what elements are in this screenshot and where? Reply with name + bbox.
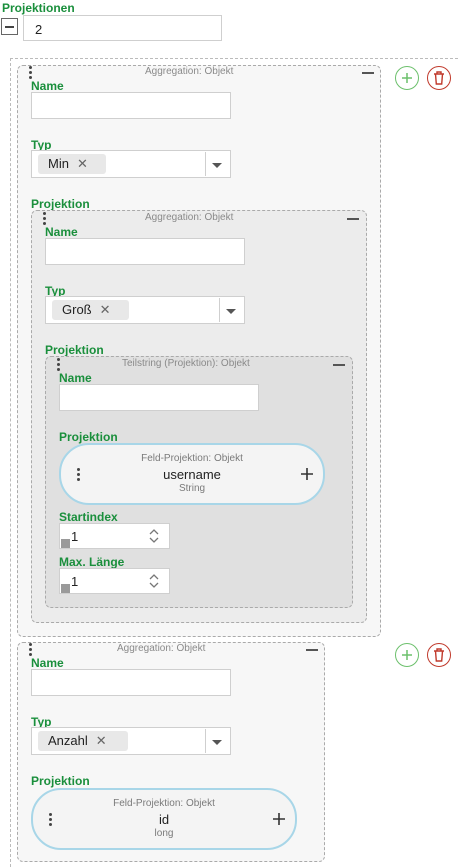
max-laenge-input[interactable]: 1 [59,568,170,594]
projektion-label: Projektion [45,343,104,357]
collapse-icon[interactable] [306,644,318,656]
link-icon [61,539,70,548]
startindex-input[interactable]: 1 [59,523,170,549]
startindex-label: Startindex [59,510,118,524]
minus-icon [5,26,14,28]
name-label: Name [59,371,92,385]
typ-chip-label: Anzahl [48,733,88,748]
typ-select[interactable]: Groß ✕ [45,296,245,324]
chevron-down-icon[interactable] [212,740,222,745]
chevron-down-icon[interactable] [226,309,236,314]
field-header: Feld-Projektion: Objekt [141,453,243,464]
trash-icon [433,647,444,662]
collapse-icon[interactable] [362,67,374,79]
collapse-icon[interactable] [333,359,345,371]
typ-chip: Min ✕ [38,154,106,174]
link-icon [61,584,70,593]
trash-icon [433,70,444,85]
max-laenge-label: Max. Länge [59,555,125,569]
drag-handle-icon[interactable] [29,66,33,80]
typ-chip: Anzahl ✕ [38,731,128,751]
select-divider [205,152,206,176]
close-icon[interactable]: ✕ [77,156,88,171]
plus-icon[interactable] [300,467,314,481]
projektion-label: Projektion [31,197,90,211]
name-label: Name [31,656,64,670]
name-label: Name [45,225,78,239]
name-input[interactable] [59,384,259,411]
feld-projektion-pill[interactable]: Feld-Projektion: Objekt username String [59,443,325,505]
collapse-toggle-icon[interactable] [1,18,18,35]
plus-icon [401,72,412,83]
select-divider [205,729,206,753]
delete-projektion-button-2[interactable] [427,643,451,667]
projektion-label: Projektion [31,774,90,788]
block-1-header: Aggregation: Objekt [145,66,234,77]
plus-icon [401,649,412,660]
name-label: Name [31,79,64,93]
stepper-icon[interactable] [148,573,160,589]
projektionen-count-input[interactable]: 2 [23,15,222,41]
startindex-value: 1 [71,529,79,544]
close-icon[interactable]: ✕ [100,302,111,317]
projektion-label: Projektion [59,430,118,444]
close-icon[interactable]: ✕ [96,733,107,748]
plus-icon[interactable] [272,812,286,826]
select-divider [219,298,220,322]
stepper-icon[interactable] [148,528,160,544]
max-laenge-value: 1 [71,574,79,589]
add-projektion-button-2[interactable] [395,643,419,667]
delete-projektion-button-1[interactable] [427,66,451,90]
typ-chip-label: Groß [62,302,92,317]
field-type: String [178,483,206,494]
teilstring-header: Teilstring (Projektion): Objekt [122,358,250,369]
add-projektion-button-1[interactable] [395,66,419,90]
projektionen-count-value: 2 [35,22,43,37]
drag-handle-icon[interactable] [57,358,61,372]
chevron-down-icon[interactable] [212,163,222,168]
block-2-header: Aggregation: Objekt [117,643,206,654]
typ-select[interactable]: Anzahl ✕ [31,727,231,755]
collapse-icon[interactable] [347,213,359,225]
name-input[interactable] [31,92,231,119]
field-type: long [154,828,174,839]
typ-chip-label: Min [48,156,69,171]
drag-handle-icon[interactable] [43,212,47,226]
typ-select[interactable]: Min ✕ [31,150,231,178]
field-name: username [163,467,221,482]
feld-projektion-pill[interactable]: Feld-Projektion: Objekt id long [31,788,297,850]
name-input[interactable] [45,238,245,265]
projektionen-label: Projektionen [2,1,75,15]
field-name: id [158,812,170,827]
field-header: Feld-Projektion: Objekt [113,798,215,809]
typ-chip: Groß ✕ [52,300,129,320]
drag-handle-icon[interactable] [29,643,33,657]
name-input[interactable] [31,669,231,696]
inner-header: Aggregation: Objekt [145,212,234,223]
